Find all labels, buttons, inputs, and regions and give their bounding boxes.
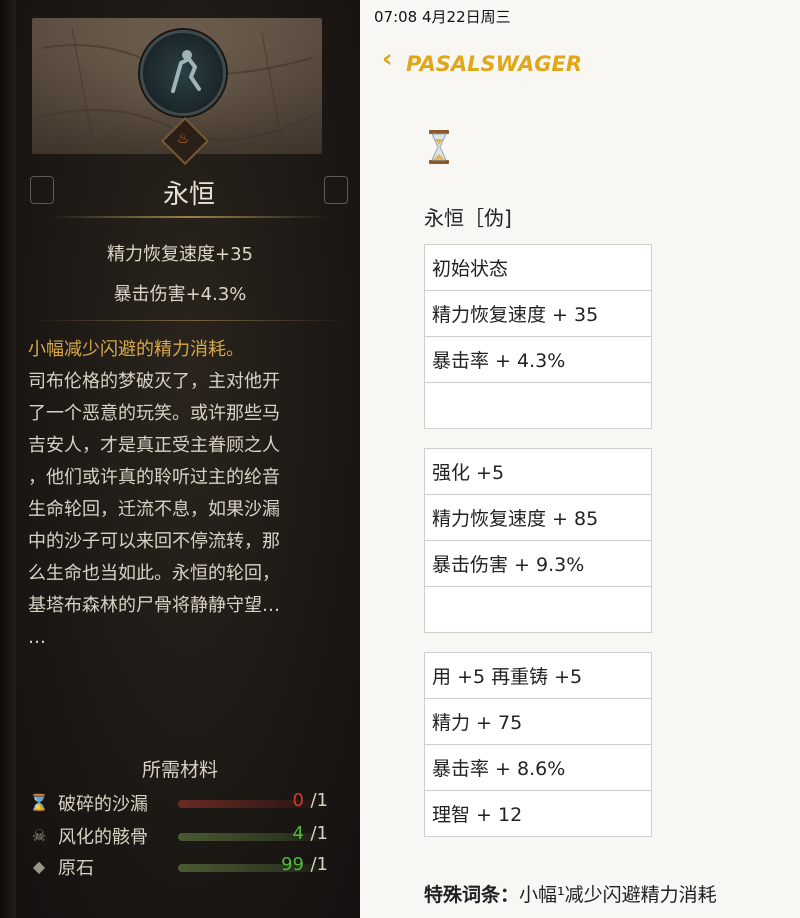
- table-cell[interactable]: 精力 + 75: [424, 698, 652, 745]
- table-cell[interactable]: [424, 382, 652, 429]
- table-cell[interactable]: 暴击率 + 8.6%: [424, 744, 652, 791]
- item-title: 永恒: [162, 180, 215, 210]
- materials-title: 所需材料: [141, 759, 218, 781]
- material-name: 原石: [58, 858, 94, 879]
- footer-label: 特殊词条：: [424, 884, 520, 906]
- notes-app: 07:08 4月22日周三 ‹ PASALSWAGER 永恒［伪] 初始状态 精…: [360, 0, 800, 918]
- lore-text: 司布伦格的梦破灭了，主对他开 了一个恶意的玩笑。或许那些马 吉安人，才是真正受主…: [28, 371, 280, 648]
- table-cell[interactable]: 用 +5 再重铸 +5: [424, 652, 652, 699]
- game-item-panel: ♨ 永恒 精力恢复速度+35 暴击伤害+4.3% 小幅减少闪避的精力消耗。 司布…: [0, 0, 360, 918]
- back-button[interactable]: PASALSWAGER: [406, 52, 582, 76]
- stats-table: 初始状态 精力恢复速度 + 35 暴击率 + 4.3%: [424, 244, 652, 429]
- skull-bones-icon: ☠: [31, 826, 47, 845]
- material-need: /1: [310, 854, 328, 875]
- material-need: /1: [310, 823, 328, 844]
- special-affix-note: 特殊词条：小幅¹减少闪避精力消耗: [424, 880, 717, 907]
- special-effect-text: 小幅减少闪避的精力消耗。: [28, 339, 244, 360]
- table-cell[interactable]: 暴击率 + 4.3%: [424, 336, 652, 383]
- material-name: 破碎的沙漏: [58, 794, 148, 815]
- table-cell[interactable]: 精力恢复速度 + 35: [424, 290, 652, 337]
- broken-hourglass-icon: ⌛: [29, 793, 49, 812]
- flame-icon: ♨: [176, 131, 190, 147]
- back-chevron-icon[interactable]: ‹: [382, 46, 396, 72]
- crest-icon: [140, 30, 226, 116]
- material-bar: [178, 864, 328, 872]
- material-row: ◆ 原石 99 /1: [28, 852, 338, 882]
- table-cell[interactable]: 暴击伤害 + 9.3%: [424, 540, 652, 587]
- table-cell[interactable]: 初始状态: [424, 244, 652, 291]
- stats-table: 强化 +5 精力恢复速度 + 85 暴击伤害 + 9.3%: [424, 448, 652, 633]
- item-stat: 暴击伤害+4.3%: [113, 284, 247, 305]
- status-bar-time: 07:08 4月22日周三: [374, 8, 511, 26]
- table-cell[interactable]: 强化 +5: [424, 448, 652, 495]
- item-stat: 精力恢复速度+35: [107, 244, 253, 265]
- table-cell[interactable]: [424, 586, 652, 633]
- title-bar: 永恒: [30, 166, 348, 218]
- stats-divider: [30, 320, 348, 321]
- material-have: 99: [281, 854, 304, 875]
- table-cell[interactable]: 精力恢复速度 + 85: [424, 494, 652, 541]
- table-cell[interactable]: 理智 + 12: [424, 790, 652, 837]
- footer-text: 小幅¹减少闪避精力消耗: [519, 884, 717, 906]
- title-divider: [50, 216, 328, 218]
- hourglass-icon: [429, 130, 449, 164]
- rider-icon: [171, 50, 201, 93]
- material-have: 4: [292, 823, 304, 844]
- material-bar: [178, 833, 328, 841]
- material-need: /1: [310, 790, 328, 811]
- stats-table: 用 +5 再重铸 +5 精力 + 75 暴击率 + 8.6% 理智 + 12: [424, 652, 652, 837]
- ore-stone-icon: ◆: [32, 857, 46, 876]
- material-row: ☠ 风化的骸骨 4 /1: [28, 821, 338, 851]
- material-name: 风化的骸骨: [58, 827, 148, 848]
- material-bar: [178, 800, 328, 808]
- material-have: 0: [292, 790, 304, 811]
- note-title: 永恒［伪]: [424, 206, 512, 230]
- item-description: 小幅减少闪避的精力消耗。 司布伦格的梦破灭了，主对他开 了一个恶意的玩笑。或许那…: [28, 334, 350, 654]
- material-row: ⌛ 破碎的沙漏 0 /1: [28, 788, 338, 818]
